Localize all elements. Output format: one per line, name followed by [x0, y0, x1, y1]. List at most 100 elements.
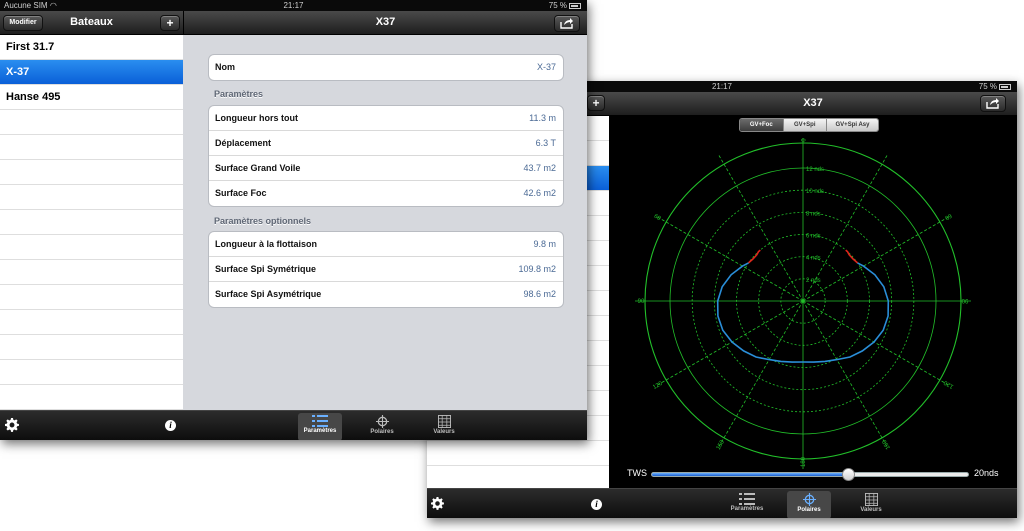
- polar-curve-upwind: [747, 249, 761, 264]
- list-item: [0, 210, 183, 235]
- list-item[interactable]: First 31.7: [0, 35, 183, 60]
- settings-gear-icon[interactable]: [431, 497, 444, 515]
- polar-ring-label: 2 nds: [806, 278, 821, 284]
- segment-gv-spi[interactable]: GV+Spi: [783, 119, 827, 131]
- tab-valeurs[interactable]: Valeurs: [422, 413, 466, 440]
- param-row[interactable]: Déplacement 6.3 T: [209, 131, 563, 156]
- param-row[interactable]: Surface Grand Voile 43.7 m2: [209, 156, 563, 181]
- field-value: 98.6 m2: [523, 289, 556, 299]
- list-icon: [739, 493, 755, 505]
- polar-curve-upwind: [845, 249, 859, 264]
- polar-ring-label: 10 nds: [806, 189, 824, 195]
- polar-angle-label: 60: [943, 212, 952, 221]
- status-time: 21:17: [283, 1, 304, 10]
- tab-polaires[interactable]: Polaires: [360, 413, 404, 440]
- tab-label: Paramètres: [730, 506, 764, 512]
- detail-navbar: X37: [609, 92, 1017, 116]
- field-label: Surface Grand Voile: [215, 163, 301, 173]
- polar-angle-label: 120: [943, 379, 955, 390]
- share-button[interactable]: [554, 15, 580, 32]
- sail-segmented-control: GV+Foc GV+Spi GV+Spi Asy: [739, 118, 879, 132]
- list-item: [0, 235, 183, 260]
- edit-button[interactable]: Modifier: [3, 15, 43, 31]
- tws-slider[interactable]: [651, 468, 969, 481]
- polar-chart: 2 nds 4 nds 6 nds 8 nds 10 nds 12 nds 0 180 90 90…: [635, 138, 971, 469]
- polar-angle-spoke: [802, 300, 949, 386]
- segment-gv-spi-asy[interactable]: GV+Spi Asy: [827, 119, 878, 131]
- field-value: 109.8 m2: [518, 264, 556, 274]
- boat-details-screen: Aucune SIM ◠ 21:17 75 % Bateaux Modifier…: [0, 0, 587, 440]
- status-battery: 75 %: [549, 0, 581, 11]
- field-label: Longueur hors tout: [215, 113, 298, 123]
- field-value: 6.3 T: [535, 138, 556, 148]
- tab-label: Paramètres: [303, 428, 337, 434]
- share-icon: [560, 18, 573, 29]
- page-title: X37: [803, 97, 823, 109]
- tab-label: Polaires: [370, 429, 394, 435]
- share-button[interactable]: [980, 95, 1006, 112]
- name-group: Nom X-37: [208, 54, 564, 81]
- tab-label: Valeurs: [433, 429, 455, 435]
- add-boat-button[interactable]: +: [587, 95, 605, 111]
- field-value: 42.6 m2: [523, 188, 556, 198]
- section-header-params: Paramètres: [214, 89, 264, 99]
- tab-parametres[interactable]: Paramètres: [725, 491, 769, 518]
- polar-ring-label: 12 nds: [806, 167, 824, 173]
- polar-curve-downwind: [716, 262, 804, 363]
- polar-angle-label: 0: [799, 138, 805, 142]
- polar-angle-label: 60: [653, 214, 662, 223]
- list-item: [0, 310, 183, 335]
- tab-polaires[interactable]: Polaires: [787, 491, 831, 518]
- info-icon[interactable]: i: [165, 420, 176, 431]
- field-value: 9.8 m: [533, 239, 556, 249]
- tws-value: 20nds: [974, 468, 999, 478]
- tws-slider-thumb[interactable]: [841, 468, 855, 481]
- battery-icon: [569, 3, 581, 9]
- param-row[interactable]: Surface Spi Symétrique 109.8 m2: [209, 257, 563, 282]
- crosshair-icon: [375, 415, 389, 428]
- field-label: Déplacement: [215, 138, 272, 148]
- field-label: Surface Foc: [215, 188, 267, 198]
- list-item[interactable]: [427, 441, 609, 466]
- info-icon[interactable]: i: [591, 499, 602, 510]
- polar-angle-spoke: [657, 216, 804, 302]
- polar-panel: GV+Foc GV+Spi GV+Spi Asy 2 nds 4 nds 6 nds…: [609, 116, 1017, 492]
- list-item: [0, 385, 183, 410]
- field-label: Surface Spi Symétrique: [215, 264, 317, 274]
- tab-label: Polaires: [797, 507, 821, 513]
- settings-gear-icon[interactable]: [5, 418, 19, 437]
- bottom-toolbar: i Paramètres Polaires Valeurs: [427, 488, 1017, 518]
- tab-label: Valeurs: [860, 507, 882, 513]
- name-row[interactable]: Nom X-37: [209, 55, 563, 80]
- polar-grid: [635, 138, 971, 469]
- table-icon: [437, 415, 451, 428]
- bottom-toolbar: i Paramètres Polaires Valeurs: [0, 410, 587, 440]
- params-group: Longueur hors tout 11.3 m Déplacement 6.3 …: [208, 105, 564, 207]
- param-row[interactable]: Surface Foc 42.6 m2: [209, 181, 563, 206]
- polar-ring-label: 8 nds: [806, 211, 821, 217]
- list-item: [0, 110, 183, 135]
- field-value: X-37: [536, 62, 556, 72]
- list-item-selected[interactable]: X-37: [0, 60, 183, 85]
- field-value: 43.7 m2: [523, 163, 556, 173]
- list-item: [0, 160, 183, 185]
- tab-parametres[interactable]: Paramètres: [298, 413, 342, 440]
- tws-slider-fill: [652, 473, 848, 476]
- table-icon: [864, 493, 878, 506]
- polar-ring-label: 6 nds: [806, 234, 821, 240]
- param-row[interactable]: Longueur à la flottaison 9.8 m: [209, 232, 563, 257]
- polar-angle-spoke: [657, 300, 804, 386]
- list-item: [0, 285, 183, 310]
- param-row[interactable]: Longueur hors tout 11.3 m: [209, 106, 563, 131]
- status-bar: Aucune SIM ◠ 21:17 75 %: [0, 0, 587, 11]
- optional-group: Longueur à la flottaison 9.8 m Surface Sp…: [208, 231, 564, 308]
- polar-angle-label: 90: [961, 297, 968, 303]
- list-item: [0, 335, 183, 360]
- list-item[interactable]: Hanse 495: [0, 85, 183, 110]
- section-header-optional: Paramètres optionnels: [214, 216, 312, 226]
- segment-gv-foc[interactable]: GV+Foc: [740, 119, 784, 131]
- param-row[interactable]: Surface Spi Asymétrique 98.6 m2: [209, 282, 563, 307]
- tab-valeurs[interactable]: Valeurs: [849, 491, 893, 518]
- polar-angle-spoke: [802, 216, 949, 302]
- add-boat-button[interactable]: +: [160, 15, 180, 31]
